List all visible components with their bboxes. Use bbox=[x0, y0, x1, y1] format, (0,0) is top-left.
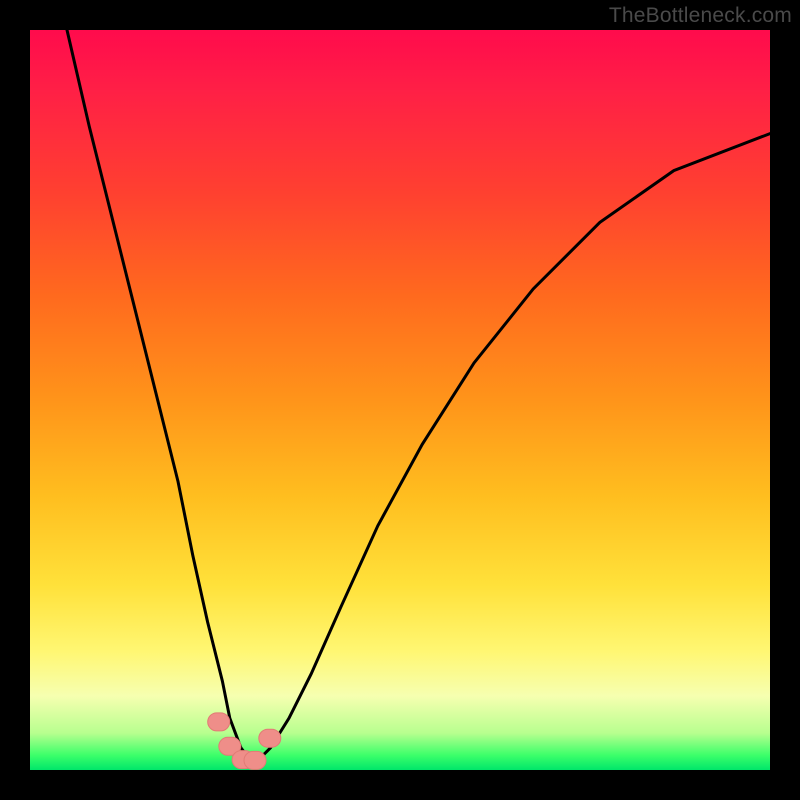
curve-marker bbox=[244, 751, 266, 769]
curve-marker bbox=[259, 729, 281, 747]
plot-area bbox=[30, 30, 770, 770]
marker-group bbox=[208, 713, 281, 770]
bottleneck-curve-path bbox=[67, 30, 770, 763]
curve-layer bbox=[30, 30, 770, 770]
chart-frame: TheBottleneck.com bbox=[0, 0, 800, 800]
curve-marker bbox=[208, 713, 230, 731]
watermark-text: TheBottleneck.com bbox=[609, 4, 792, 28]
